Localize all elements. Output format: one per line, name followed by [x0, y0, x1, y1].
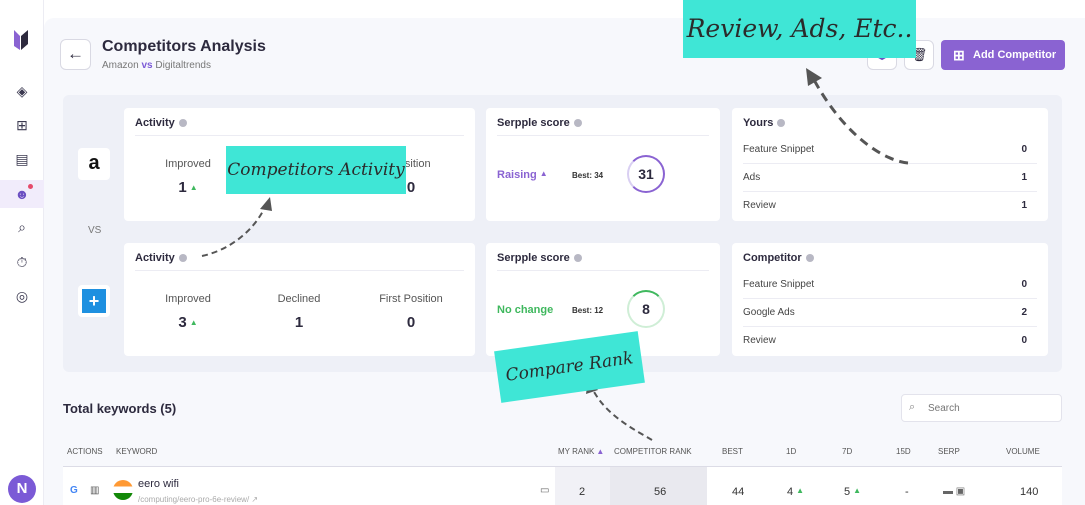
serp-features-icon[interactable]: ▬ ▣ [943, 486, 965, 497]
competitor-rank-value: 56 [654, 486, 667, 498]
my-rank-value: 2 [579, 486, 586, 498]
search-icon: ⌕ [909, 401, 916, 413]
add-competitor-label: Add Competitor [973, 49, 1057, 61]
bottom-activity-card: Activity Improved 3 ▲ Declined 1 First Posi… [124, 243, 475, 356]
back-button[interactable]: ← [60, 39, 91, 70]
bottom-trend: No change [497, 304, 554, 316]
th-best[interactable]: BEST [722, 447, 743, 456]
up-arrow-icon: ▲ [189, 318, 198, 327]
chart-icon[interactable]: ▤ [13, 150, 31, 168]
bottom-improved: Improved 3 ▲ [165, 293, 211, 331]
yours-row: Ads 1 [743, 164, 1037, 192]
7d-value: 5 ▲ [844, 486, 862, 498]
th-actions: ACTIONS [67, 447, 103, 456]
vs-label: VS [88, 225, 102, 236]
th-serp: SERP [938, 447, 960, 456]
callout-review: Review, Ads, Etc.. [683, 0, 916, 58]
search-icon[interactable]: ⌕ [13, 218, 31, 236]
bottom-activity-title: Activity [135, 252, 187, 264]
th-7d[interactable]: 7D [842, 447, 852, 456]
bottom-declined: Declined 1 [277, 293, 321, 331]
add-grid-icon: ⊞ [953, 47, 965, 63]
bar-chart-icon[interactable]: ▥ [90, 485, 99, 496]
keyword-text[interactable]: eero wifi [138, 478, 179, 490]
subtitle-vs: vs [141, 60, 153, 71]
info-icon [805, 254, 814, 262]
top-score-ring: 31 [627, 155, 665, 193]
up-arrow-icon: ▲ [539, 169, 548, 178]
grid-icon[interactable]: ⊞ [13, 116, 31, 134]
sidebar: ◈ ⊞ ▤ ☻ ⌕ ⏱ ◎ N [0, 0, 44, 505]
competitor-title: Competitor [743, 252, 814, 264]
top-activity-title: Activity [135, 117, 187, 129]
add-competitor-button[interactable]: ⊞ Add Competitor [941, 40, 1065, 70]
yours-row: Review 1 [743, 200, 1027, 211]
bottom-serpple-title: Serpple score [497, 252, 582, 264]
page-subtitle: Amazon vs Digitaltrends [102, 60, 211, 71]
amazon-logo: a [78, 148, 110, 180]
competitor-row: Review 0 [743, 335, 1027, 346]
page-title: Competitors Analysis [102, 38, 266, 55]
subtitle-right: Digitaltrends [155, 60, 211, 71]
settings-icon[interactable]: ◎ [13, 287, 31, 305]
volume-value: 140 [1020, 486, 1039, 498]
digitaltrends-logo: + [78, 285, 110, 317]
up-arrow-icon: ▲ [853, 486, 862, 495]
top-best: Best: 34 [572, 171, 604, 180]
competitor-card: Competitor Feature Snippet 0 Google Ads 2 … [732, 243, 1048, 356]
yours-card: Yours Feature Snippet 0 Ads 1 Review 1 [732, 108, 1048, 221]
info-icon [777, 119, 786, 127]
top-serpple-title: Serpple score [497, 117, 582, 129]
info-icon [573, 119, 582, 127]
sort-icon: ▲ [596, 447, 605, 456]
logo-icon[interactable] [12, 28, 30, 52]
1d-value: 4 ▲ [787, 486, 805, 498]
th-1d[interactable]: 1D [786, 447, 796, 456]
layers-icon[interactable]: ◈ [13, 82, 31, 100]
external-link-icon: ↗ [251, 495, 259, 504]
up-arrow-icon: ▲ [189, 183, 198, 192]
yours-title: Yours [743, 117, 786, 129]
th-keyword: KEYWORD [116, 447, 158, 456]
yours-row: Feature Snippet 0 [743, 136, 1037, 164]
info-icon [178, 119, 187, 127]
15d-value: - [905, 486, 909, 498]
th-my-rank[interactable]: MY RANK ▲ [558, 447, 604, 456]
callout-activity: Competitors Activity [226, 146, 406, 194]
timer-icon[interactable]: ⏱ [13, 253, 31, 271]
notification-dot [28, 184, 33, 189]
th-competitor-rank[interactable]: COMPETITOR RANK [614, 447, 692, 456]
search-input[interactable] [901, 394, 1062, 422]
total-keywords-title: Total keywords (5) [63, 401, 177, 416]
info-icon [178, 254, 187, 262]
th-15d[interactable]: 15D [896, 447, 911, 456]
bottom-best: Best: 12 [572, 306, 604, 315]
info-icon [573, 254, 582, 262]
th-volume[interactable]: VOLUME [1006, 447, 1040, 456]
desktop-icon: ▭ [540, 485, 550, 496]
bottom-first-position: First Position 0 [379, 293, 443, 331]
up-arrow-icon: ▲ [796, 486, 805, 495]
india-flag-icon [113, 480, 133, 500]
google-icon[interactable]: G [70, 485, 78, 496]
best-value: 44 [732, 486, 745, 498]
keyword-url[interactable]: /computing/eero-pro-6e-review/ ↗ [138, 495, 258, 504]
avatar[interactable]: N [8, 475, 36, 503]
competitor-row: Feature Snippet 0 [743, 271, 1037, 299]
subtitle-left: Amazon [102, 60, 139, 71]
top-trend: Raising ▲ [497, 169, 548, 181]
competitor-row: Google Ads 2 [743, 299, 1037, 327]
top-serpple-card: Serpple score Raising ▲ Best: 34 31 [486, 108, 720, 221]
top-improved: Improved 1 ▲ [165, 158, 211, 196]
bottom-score-ring: 8 [627, 290, 665, 328]
